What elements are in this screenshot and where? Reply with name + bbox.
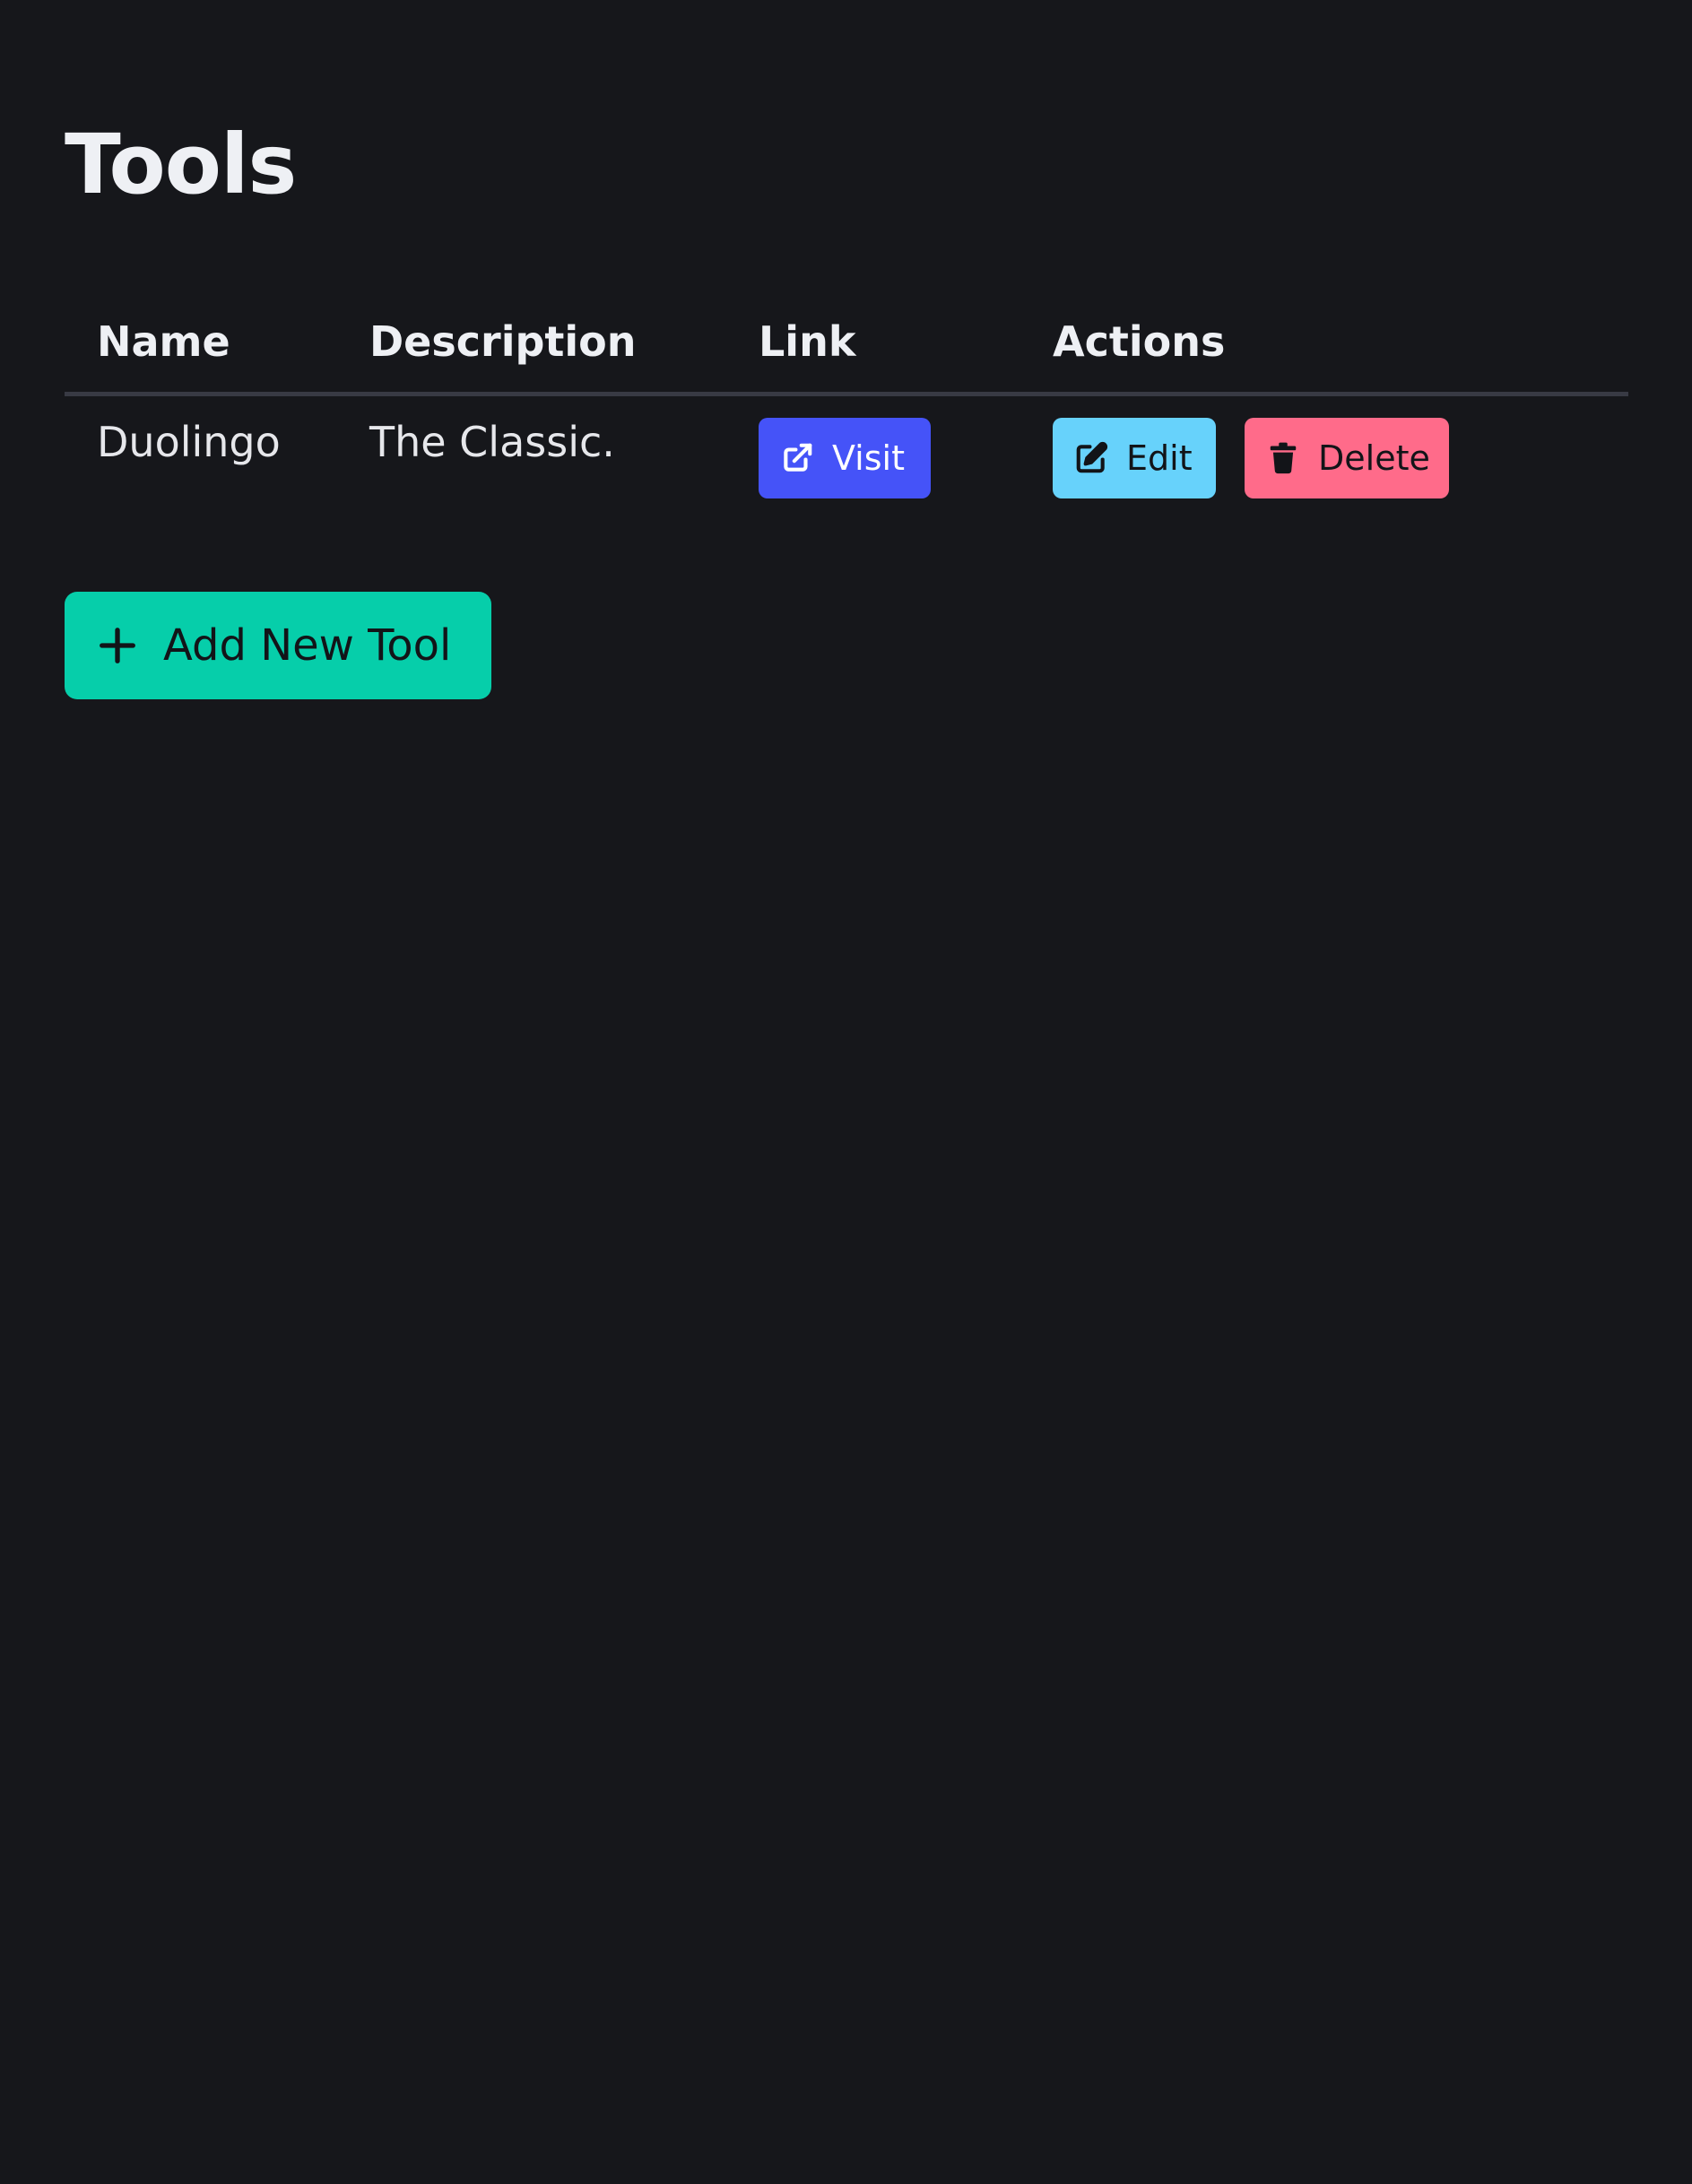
column-header-link: Link [726,296,1020,396]
column-header-name: Name [65,296,337,396]
tools-table: Name Description Link Actions Duolingo T… [65,296,1628,525]
edit-icon [1074,441,1108,475]
visit-button-label: Visit [832,438,905,478]
page-title: Tools [65,117,297,212]
add-new-tool-button[interactable]: Add New Tool [65,592,491,699]
add-new-tool-label: Add New Tool [163,620,452,671]
trash-icon [1266,441,1300,475]
edit-button-label: Edit [1126,438,1193,478]
tool-link-cell: Visit [726,394,1020,525]
delete-button[interactable]: Delete [1245,417,1449,498]
column-header-description: Description [337,296,726,396]
visit-button[interactable]: Visit [759,417,931,498]
table-header-row: Name Description Link Actions [65,296,1628,396]
external-link-icon [780,441,814,475]
delete-button-label: Delete [1318,438,1430,478]
tool-description-cell: The Classic. [369,417,615,466]
tool-actions-cell: Edit Delete [1020,394,1628,525]
column-header-actions: Actions [1020,296,1628,396]
table-row: Duolingo The Classic. Visit Edit Delete [65,394,1628,525]
tool-name-cell: Duolingo [97,417,281,466]
plus-icon [97,625,138,666]
edit-button[interactable]: Edit [1053,417,1216,498]
